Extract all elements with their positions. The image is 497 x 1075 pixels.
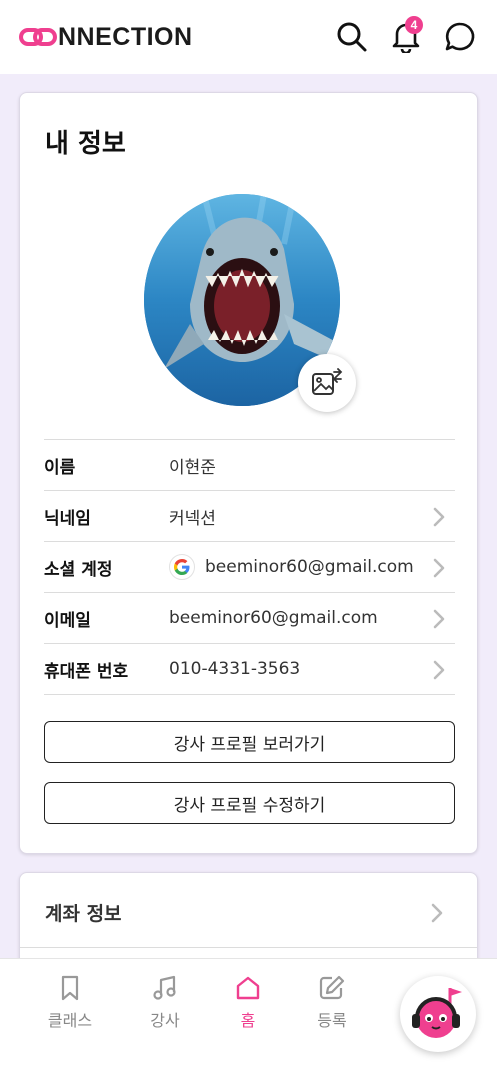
row-value: 010-4331-3563: [169, 659, 300, 679]
notifications-button[interactable]: 4: [389, 16, 423, 54]
nickname-value: 커넥션: [169, 508, 216, 529]
social-account-value: beeminor60@gmail.com: [205, 557, 414, 577]
view-instructor-profile-button[interactable]: 강사 프로필 보러가기: [44, 721, 455, 763]
chat-bubble-icon: [445, 22, 475, 51]
search-button[interactable]: [335, 20, 369, 54]
mascot-headphones-icon: [412, 988, 462, 1038]
home-icon: [236, 976, 260, 1000]
connection-logo[interactable]: NNECTION: [19, 23, 193, 52]
info-row-name: 이름 이현준: [44, 440, 455, 491]
chevron-right-icon: [433, 507, 445, 527]
nav-item-class[interactable]: 클래스: [35, 975, 105, 1031]
chevron-right-icon: [433, 609, 445, 629]
row-label: 휴대폰 번호: [44, 661, 129, 682]
row-value: 이현준: [169, 453, 216, 478]
row-label: 이메일: [44, 610, 91, 631]
account-info-title: 계좌 정보: [45, 903, 122, 925]
nav-label: 등록: [317, 1011, 347, 1030]
change-photo-button[interactable]: [298, 354, 356, 412]
chevron-right-icon: [431, 903, 443, 923]
row-label: 닉네임: [44, 508, 91, 529]
chevron-right-icon: [433, 660, 445, 680]
row-value: beeminor60@gmail.com: [169, 554, 414, 580]
logo-text: NNECTION: [58, 22, 193, 51]
phone-value: 010-4331-3563: [169, 659, 301, 679]
row-value: 커넥션: [169, 504, 216, 529]
search-icon: [337, 22, 367, 52]
info-list: 이름 이현준 닉네임 커넥션 소셜 계정 beeminor60@gmail.co…: [44, 439, 455, 695]
nav-label: 홈: [240, 1011, 256, 1030]
page-title: 내 정보: [45, 129, 126, 159]
notification-badge: 4: [405, 16, 423, 34]
row-value: beeminor60@gmail.com: [169, 608, 378, 628]
nav-item-instructor[interactable]: 강사: [130, 975, 200, 1031]
row-label: 소셜 계정: [44, 559, 113, 580]
divider: [20, 947, 477, 948]
edit-icon: [319, 975, 345, 1000]
nav-item-register[interactable]: 등록: [297, 975, 367, 1031]
google-icon: [169, 554, 195, 580]
edit-instructor-profile-button[interactable]: 강사 프로필 수정하기: [44, 782, 455, 824]
music-note-icon: [153, 975, 176, 1000]
bottom-navigation: 클래스 강사 홈 등록: [0, 958, 497, 1075]
email-value: beeminor60@gmail.com: [169, 608, 378, 628]
nav-label: 강사: [150, 1011, 180, 1030]
info-row-social-account[interactable]: 소셜 계정 beeminor60@gmail.com: [44, 542, 455, 593]
row-label: 이름: [44, 457, 76, 478]
info-row-phone[interactable]: 휴대폰 번호 010-4331-3563: [44, 644, 455, 695]
link-icon: [19, 28, 57, 46]
image-swap-icon: [312, 368, 343, 395]
nav-label: 클래스: [47, 1011, 93, 1030]
nav-item-home[interactable]: 홈: [213, 975, 283, 1031]
chevron-right-icon: [433, 558, 445, 578]
app-header: NNECTION 4: [0, 0, 497, 74]
info-row-email[interactable]: 이메일 beeminor60@gmail.com: [44, 593, 455, 644]
name-value: 이현준: [169, 457, 216, 478]
bookmark-icon: [61, 975, 79, 1001]
my-info-card: 내 정보 이름 이현준 닉네임 커넥션 소셜 계정 beeminor60@gma…: [19, 92, 478, 854]
mascot-chat-button[interactable]: [400, 976, 476, 1052]
chat-button[interactable]: [443, 20, 477, 54]
profile-avatar-area: [144, 194, 356, 412]
info-row-nickname[interactable]: 닉네임 커넥션: [44, 491, 455, 542]
